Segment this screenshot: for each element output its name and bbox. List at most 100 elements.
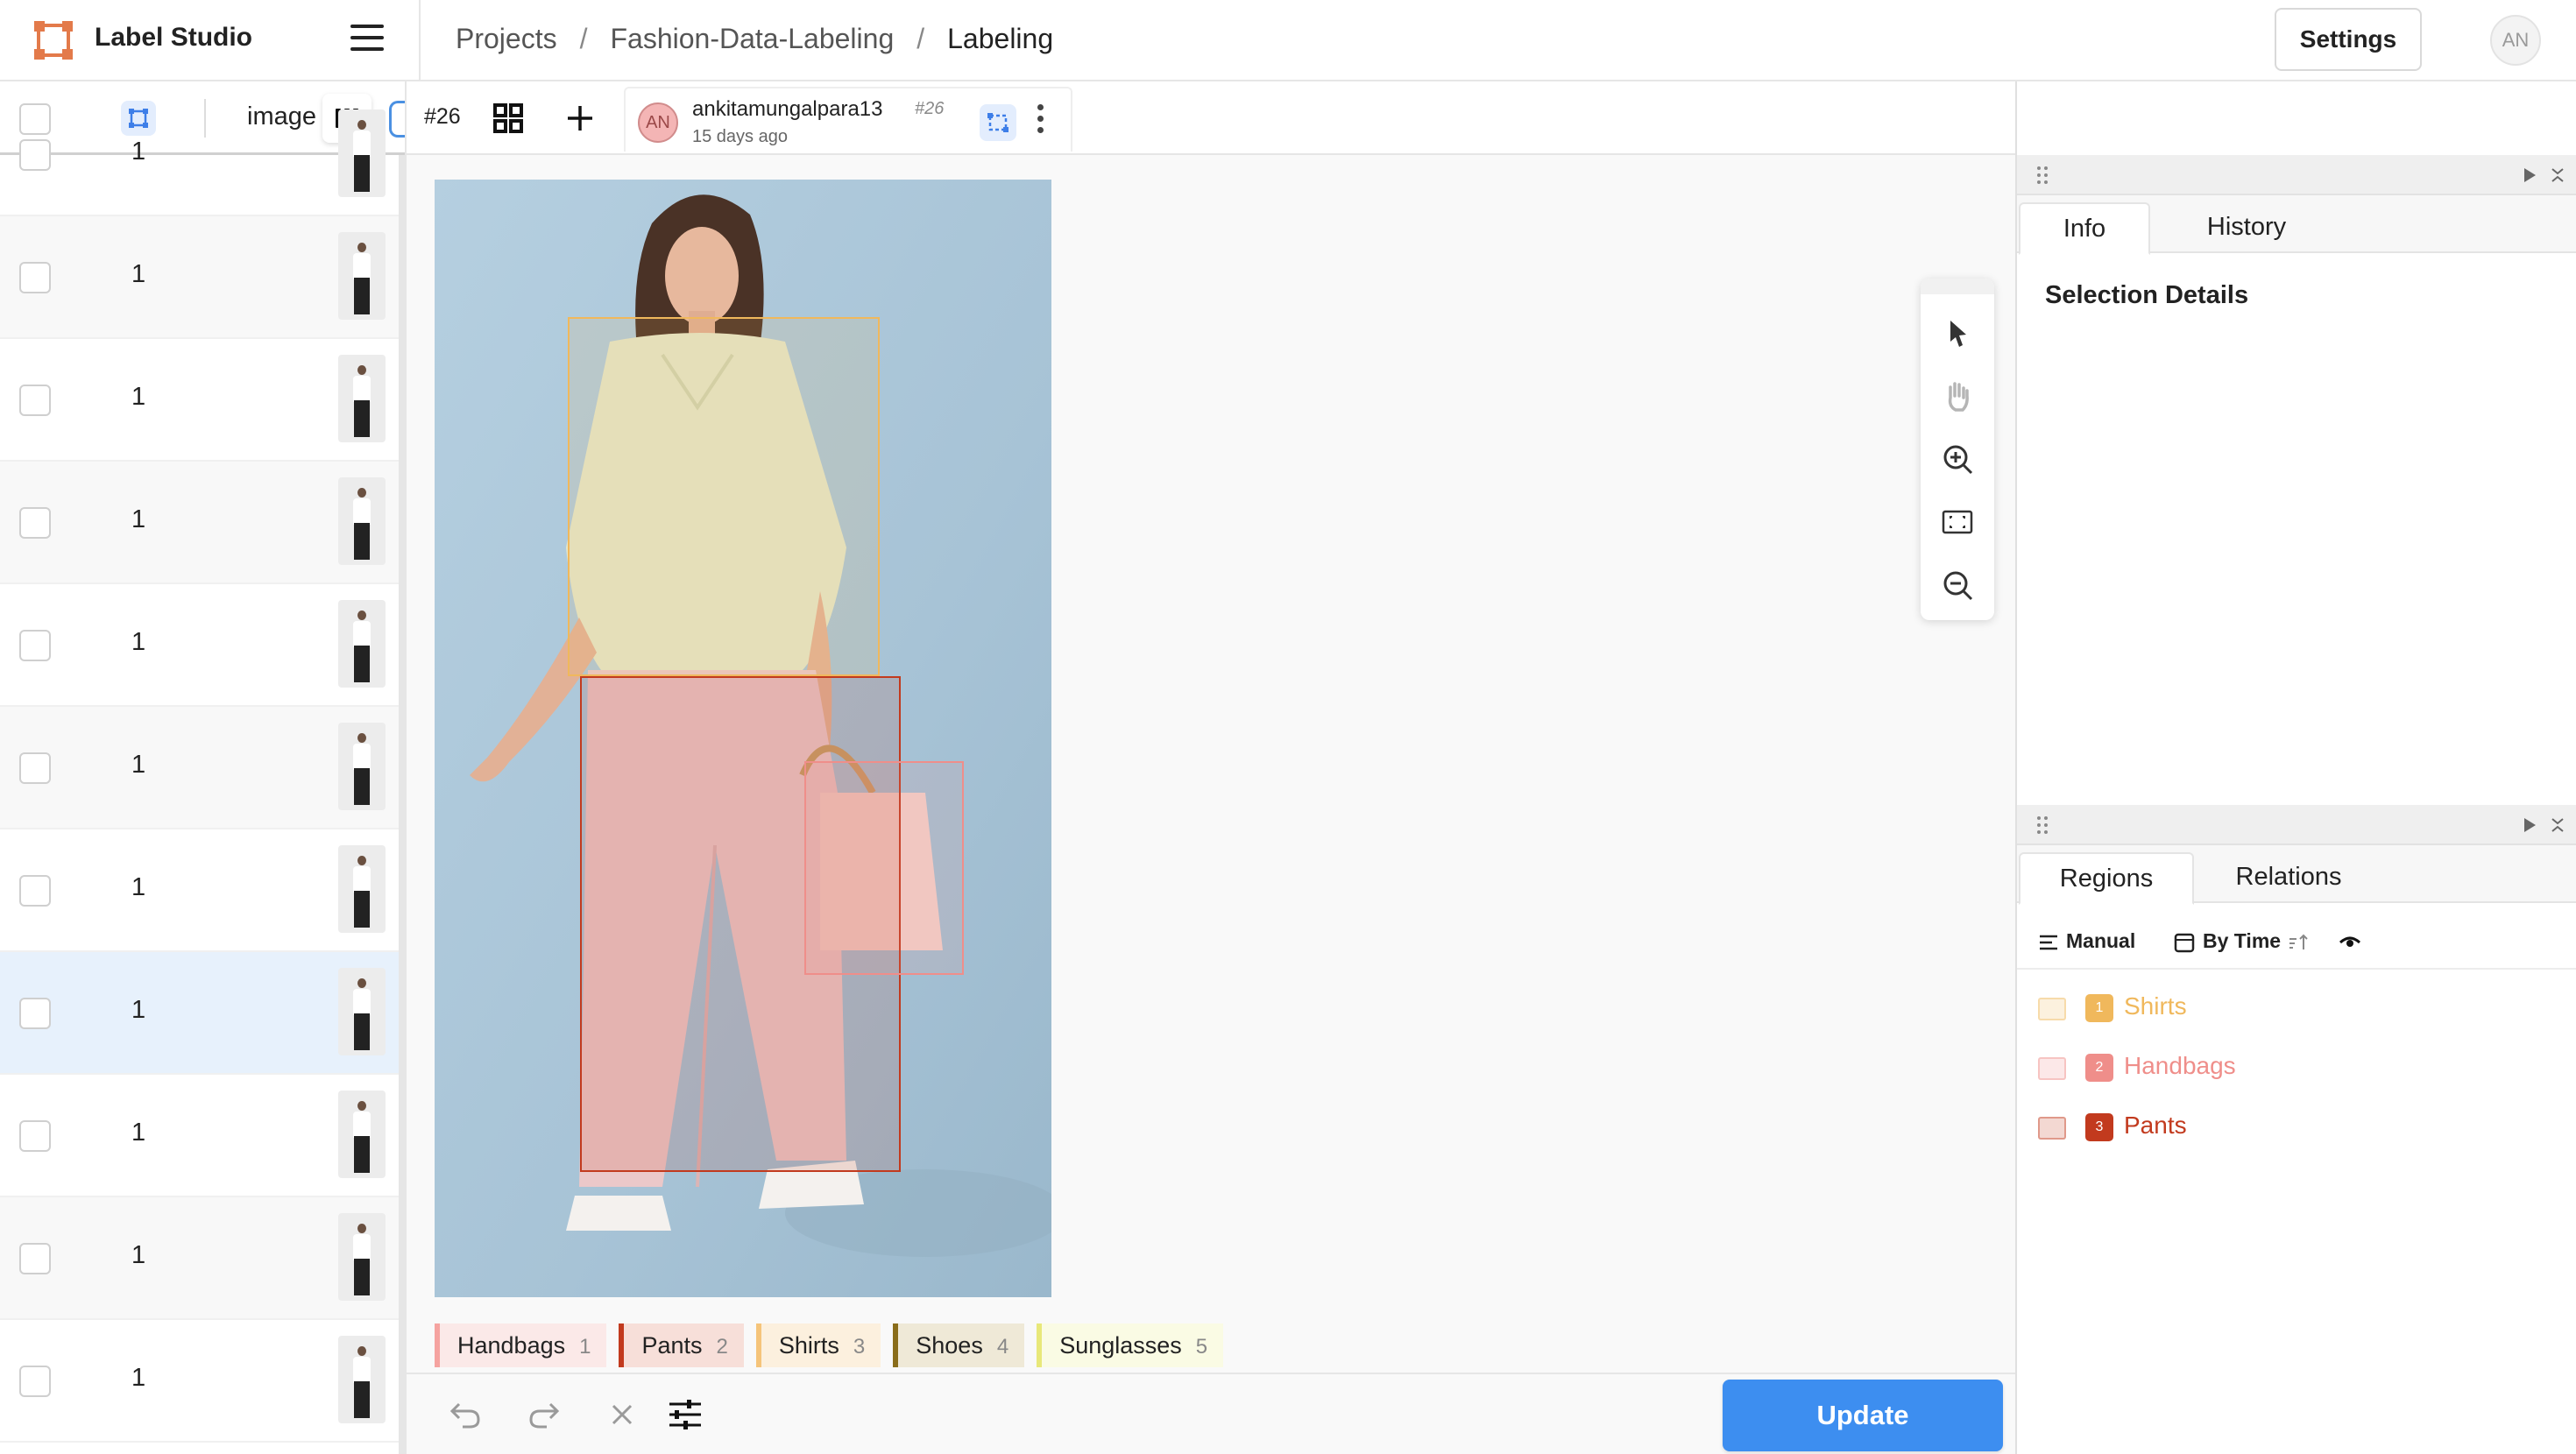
annotation-count: 1 bbox=[131, 1241, 146, 1269]
task-list-scrollbar[interactable] bbox=[399, 155, 405, 1454]
image-thumbnail bbox=[338, 109, 386, 197]
region-item-pants[interactable]: 3 Pants bbox=[2038, 1105, 2564, 1150]
label-chip-shirts[interactable]: Shirts 3 bbox=[755, 1323, 881, 1367]
undo-icon[interactable] bbox=[447, 1395, 485, 1434]
region-item-shirts[interactable]: 1 Shirts bbox=[2038, 985, 2564, 1031]
regions-tabs: Regions Relations bbox=[2017, 845, 2576, 905]
info-panel-header[interactable] bbox=[2017, 155, 2576, 195]
table-row[interactable]: 1 bbox=[0, 829, 405, 952]
settings-button[interactable]: Settings bbox=[2275, 8, 2422, 71]
table-row[interactable]: 1 bbox=[0, 1320, 405, 1443]
regions-mode-icon[interactable] bbox=[980, 104, 1016, 141]
tab-regions[interactable]: Regions bbox=[2019, 852, 2194, 905]
menu-icon[interactable] bbox=[350, 25, 384, 54]
image-thumbnail bbox=[338, 1090, 386, 1178]
image-thumbnail bbox=[338, 355, 386, 442]
user-avatar[interactable]: AN bbox=[2490, 15, 2541, 66]
table-row[interactable]: 1 bbox=[0, 952, 405, 1075]
annotation-card[interactable]: AN ankitamungalpara13 #26 15 days ago bbox=[624, 87, 1072, 152]
annotation-count: 1 bbox=[131, 996, 146, 1024]
drag-grip-icon[interactable] bbox=[2036, 166, 2049, 185]
annotation-time: 15 days ago bbox=[692, 127, 788, 146]
tab-history[interactable]: History bbox=[2168, 202, 2325, 255]
annotation-count: 1 bbox=[131, 751, 146, 779]
settings-sliders-icon[interactable] bbox=[666, 1395, 704, 1434]
region-handbags[interactable] bbox=[804, 761, 964, 975]
region-index: 3 bbox=[2085, 1113, 2113, 1141]
drag-grip-icon[interactable] bbox=[2036, 815, 2049, 835]
row-checkbox[interactable] bbox=[19, 507, 51, 539]
top-header: Label Studio Projects / Fashion-Data-Label… bbox=[0, 0, 2576, 81]
table-row[interactable]: 1 bbox=[0, 584, 405, 707]
region-shirts[interactable] bbox=[568, 317, 880, 676]
label-chip-text: Pants bbox=[641, 1332, 703, 1359]
table-row[interactable]: 1 bbox=[0, 1197, 405, 1320]
table-row[interactable]: 1 bbox=[0, 94, 405, 216]
tools-drag-handle[interactable] bbox=[1921, 279, 1994, 294]
add-annotation-icon[interactable] bbox=[564, 102, 596, 134]
select-pointer-icon[interactable] bbox=[1938, 314, 1977, 352]
breadcrumb-projects[interactable]: Projects bbox=[456, 23, 557, 55]
visibility-toggle[interactable] bbox=[2338, 929, 2369, 953]
list-icon bbox=[2040, 935, 2057, 950]
task-id: #26 bbox=[424, 104, 461, 129]
expand-panel-icon[interactable] bbox=[2520, 815, 2539, 835]
row-checkbox[interactable] bbox=[19, 998, 51, 1029]
update-button[interactable]: Update bbox=[1723, 1380, 2003, 1451]
rectangle-region-icon bbox=[2038, 998, 2066, 1020]
right-sidebar: Info History Selection Details Regions R… bbox=[2015, 81, 2576, 1454]
table-row[interactable]: 1 bbox=[0, 339, 405, 462]
more-options-icon[interactable] bbox=[1034, 104, 1046, 141]
region-item-handbags[interactable]: 2 Handbags bbox=[2038, 1045, 2564, 1090]
table-row[interactable]: 1 bbox=[0, 462, 405, 584]
label-chip-text: Handbags bbox=[457, 1332, 566, 1359]
annotation-count: 1 bbox=[131, 383, 146, 411]
label-studio-logo-icon[interactable] bbox=[33, 20, 74, 60]
zoom-to-fit-icon[interactable] bbox=[1938, 503, 1977, 541]
redo-icon[interactable] bbox=[524, 1395, 563, 1434]
tab-relations[interactable]: Relations bbox=[2201, 852, 2376, 905]
breadcrumb: Projects / Fashion-Data-Labeling / Labeling bbox=[456, 23, 1054, 55]
row-checkbox[interactable] bbox=[19, 385, 51, 416]
annotator-name: ankitamungalpara13 bbox=[692, 97, 883, 121]
table-row[interactable]: 1 bbox=[0, 216, 405, 339]
row-checkbox[interactable] bbox=[19, 262, 51, 293]
row-checkbox[interactable] bbox=[19, 139, 51, 171]
breadcrumb-project[interactable]: Fashion-Data-Labeling bbox=[610, 23, 894, 55]
grid-icon[interactable] bbox=[492, 102, 524, 134]
label-chip-handbags[interactable]: Handbags 1 bbox=[435, 1323, 607, 1367]
sort-by-time[interactable]: By Time bbox=[2173, 929, 2318, 954]
tab-info[interactable]: Info bbox=[2019, 202, 2150, 255]
row-checkbox[interactable] bbox=[19, 1366, 51, 1397]
annotation-bar: #26 AN ankitamungalpara13 #26 15 days ag… bbox=[407, 81, 2017, 155]
label-chip-shoes[interactable]: Shoes 4 bbox=[893, 1323, 1025, 1367]
label-chip-hotkey: 5 bbox=[1195, 1335, 1208, 1359]
pan-hand-icon[interactable] bbox=[1938, 377, 1977, 415]
annotation-count: 1 bbox=[131, 628, 146, 656]
image-thumbnail bbox=[338, 723, 386, 810]
label-chip-pants[interactable]: Pants 2 bbox=[619, 1323, 744, 1367]
app-name: Label Studio bbox=[95, 23, 252, 52]
reset-icon[interactable] bbox=[603, 1395, 641, 1434]
image-canvas[interactable] bbox=[435, 180, 1051, 1297]
row-checkbox[interactable] bbox=[19, 875, 51, 907]
collapse-panel-icon[interactable] bbox=[2548, 815, 2567, 835]
expand-panel-icon[interactable] bbox=[2520, 166, 2539, 185]
label-chip-sunglasses[interactable]: Sunglasses 5 bbox=[1037, 1323, 1224, 1367]
row-checkbox[interactable] bbox=[19, 1243, 51, 1274]
row-checkbox[interactable] bbox=[19, 1120, 51, 1152]
collapse-panel-icon[interactable] bbox=[2548, 166, 2567, 185]
zoom-in-icon[interactable] bbox=[1938, 440, 1977, 478]
annotation-count: 1 bbox=[131, 1119, 146, 1147]
selection-details-title: Selection Details bbox=[2045, 281, 2249, 309]
annotation-count: 1 bbox=[131, 1364, 146, 1392]
sort-manual[interactable]: Manual bbox=[2038, 929, 2135, 953]
table-row[interactable]: 1 bbox=[0, 707, 405, 829]
table-row[interactable]: 1 bbox=[0, 1075, 405, 1197]
regions-panel-header[interactable] bbox=[2017, 805, 2576, 845]
control-bar: Update bbox=[407, 1373, 2017, 1454]
row-checkbox[interactable] bbox=[19, 630, 51, 661]
brand-area: Label Studio bbox=[0, 0, 421, 81]
zoom-out-icon[interactable] bbox=[1938, 566, 1977, 604]
row-checkbox[interactable] bbox=[19, 752, 51, 784]
